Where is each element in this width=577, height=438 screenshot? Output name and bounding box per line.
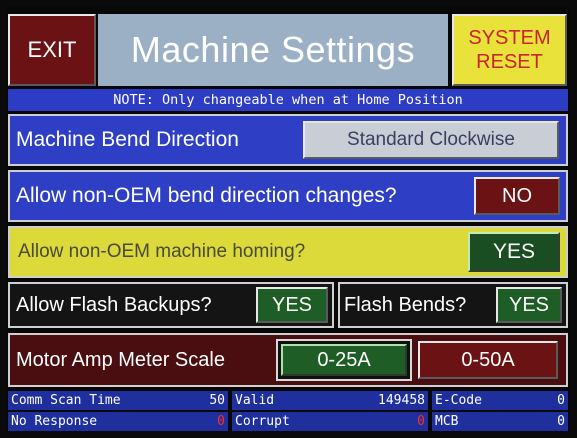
bend-direction-selector[interactable]: Standard Clockwise — [303, 121, 559, 159]
status-valid: Valid 149458 — [232, 391, 428, 410]
status-value: 50 — [209, 393, 225, 408]
nonoem-homing-label: Allow non-OEM machine homing? — [18, 241, 306, 262]
status-no-response: No Response 0 — [8, 412, 228, 431]
status-label: Corrupt — [235, 414, 290, 429]
amp-scale-25a-label: 0-25A — [281, 344, 407, 376]
status-label: MCB — [435, 414, 459, 429]
nonoem-bend-row: Allow non-OEM bend direction changes? NO — [8, 170, 568, 222]
home-position-note: NOTE: Only changeable when at Home Posit… — [8, 89, 568, 111]
status-corrupt: Corrupt 0 — [232, 412, 428, 431]
amp-scale-label: Motor Amp Meter Scale — [16, 348, 225, 371]
system-reset-label-line2: RESET — [476, 51, 543, 73]
amp-scale-50a-button[interactable]: 0-50A — [418, 341, 558, 379]
system-reset-label-line1: SYSTEM — [468, 27, 551, 49]
status-value: 0 — [217, 414, 225, 429]
nonoem-bend-label: Allow non-OEM bend direction changes? — [16, 184, 397, 207]
bend-direction-label: Machine Bend Direction — [16, 128, 239, 151]
status-label: No Response — [11, 414, 98, 429]
status-value: 149458 — [378, 393, 425, 408]
status-value: 0 — [557, 393, 565, 408]
status-mcb: MCB 0 — [432, 412, 568, 431]
flash-backups-toggle[interactable]: YES — [256, 287, 328, 323]
flash-backups-label: Allow Flash Backups? — [16, 293, 212, 316]
exit-button[interactable]: EXIT — [8, 14, 96, 86]
status-e-code: E-Code 0 — [432, 391, 568, 410]
page-title: Machine Settings — [98, 14, 448, 86]
status-value: 0 — [417, 414, 425, 429]
system-reset-button[interactable]: SYSTEM RESET — [452, 14, 567, 86]
status-value: 0 — [557, 414, 565, 429]
nonoem-homing-toggle[interactable]: YES — [468, 232, 560, 272]
status-label: Valid — [235, 393, 275, 408]
amp-scale-25a-button[interactable]: 0-25A — [276, 339, 412, 381]
nonoem-bend-toggle[interactable]: NO — [474, 177, 560, 215]
flash-backups-row: Allow Flash Backups? YES — [8, 282, 334, 328]
bend-direction-row: Machine Bend Direction Standard Clockwis… — [8, 114, 568, 166]
flash-bends-row: Flash Bends? YES — [338, 282, 568, 328]
amp-scale-row: Motor Amp Meter Scale 0-25A 0-50A — [8, 333, 568, 387]
flash-bends-toggle[interactable]: YES — [496, 287, 562, 323]
status-label: E-Code — [435, 393, 482, 408]
status-label: Comm Scan Time — [11, 393, 121, 408]
nonoem-homing-row: Allow non-OEM machine homing? YES — [8, 226, 568, 278]
flash-bends-label: Flash Bends? — [344, 293, 467, 316]
status-comm-scan-time: Comm Scan Time 50 — [8, 391, 228, 410]
